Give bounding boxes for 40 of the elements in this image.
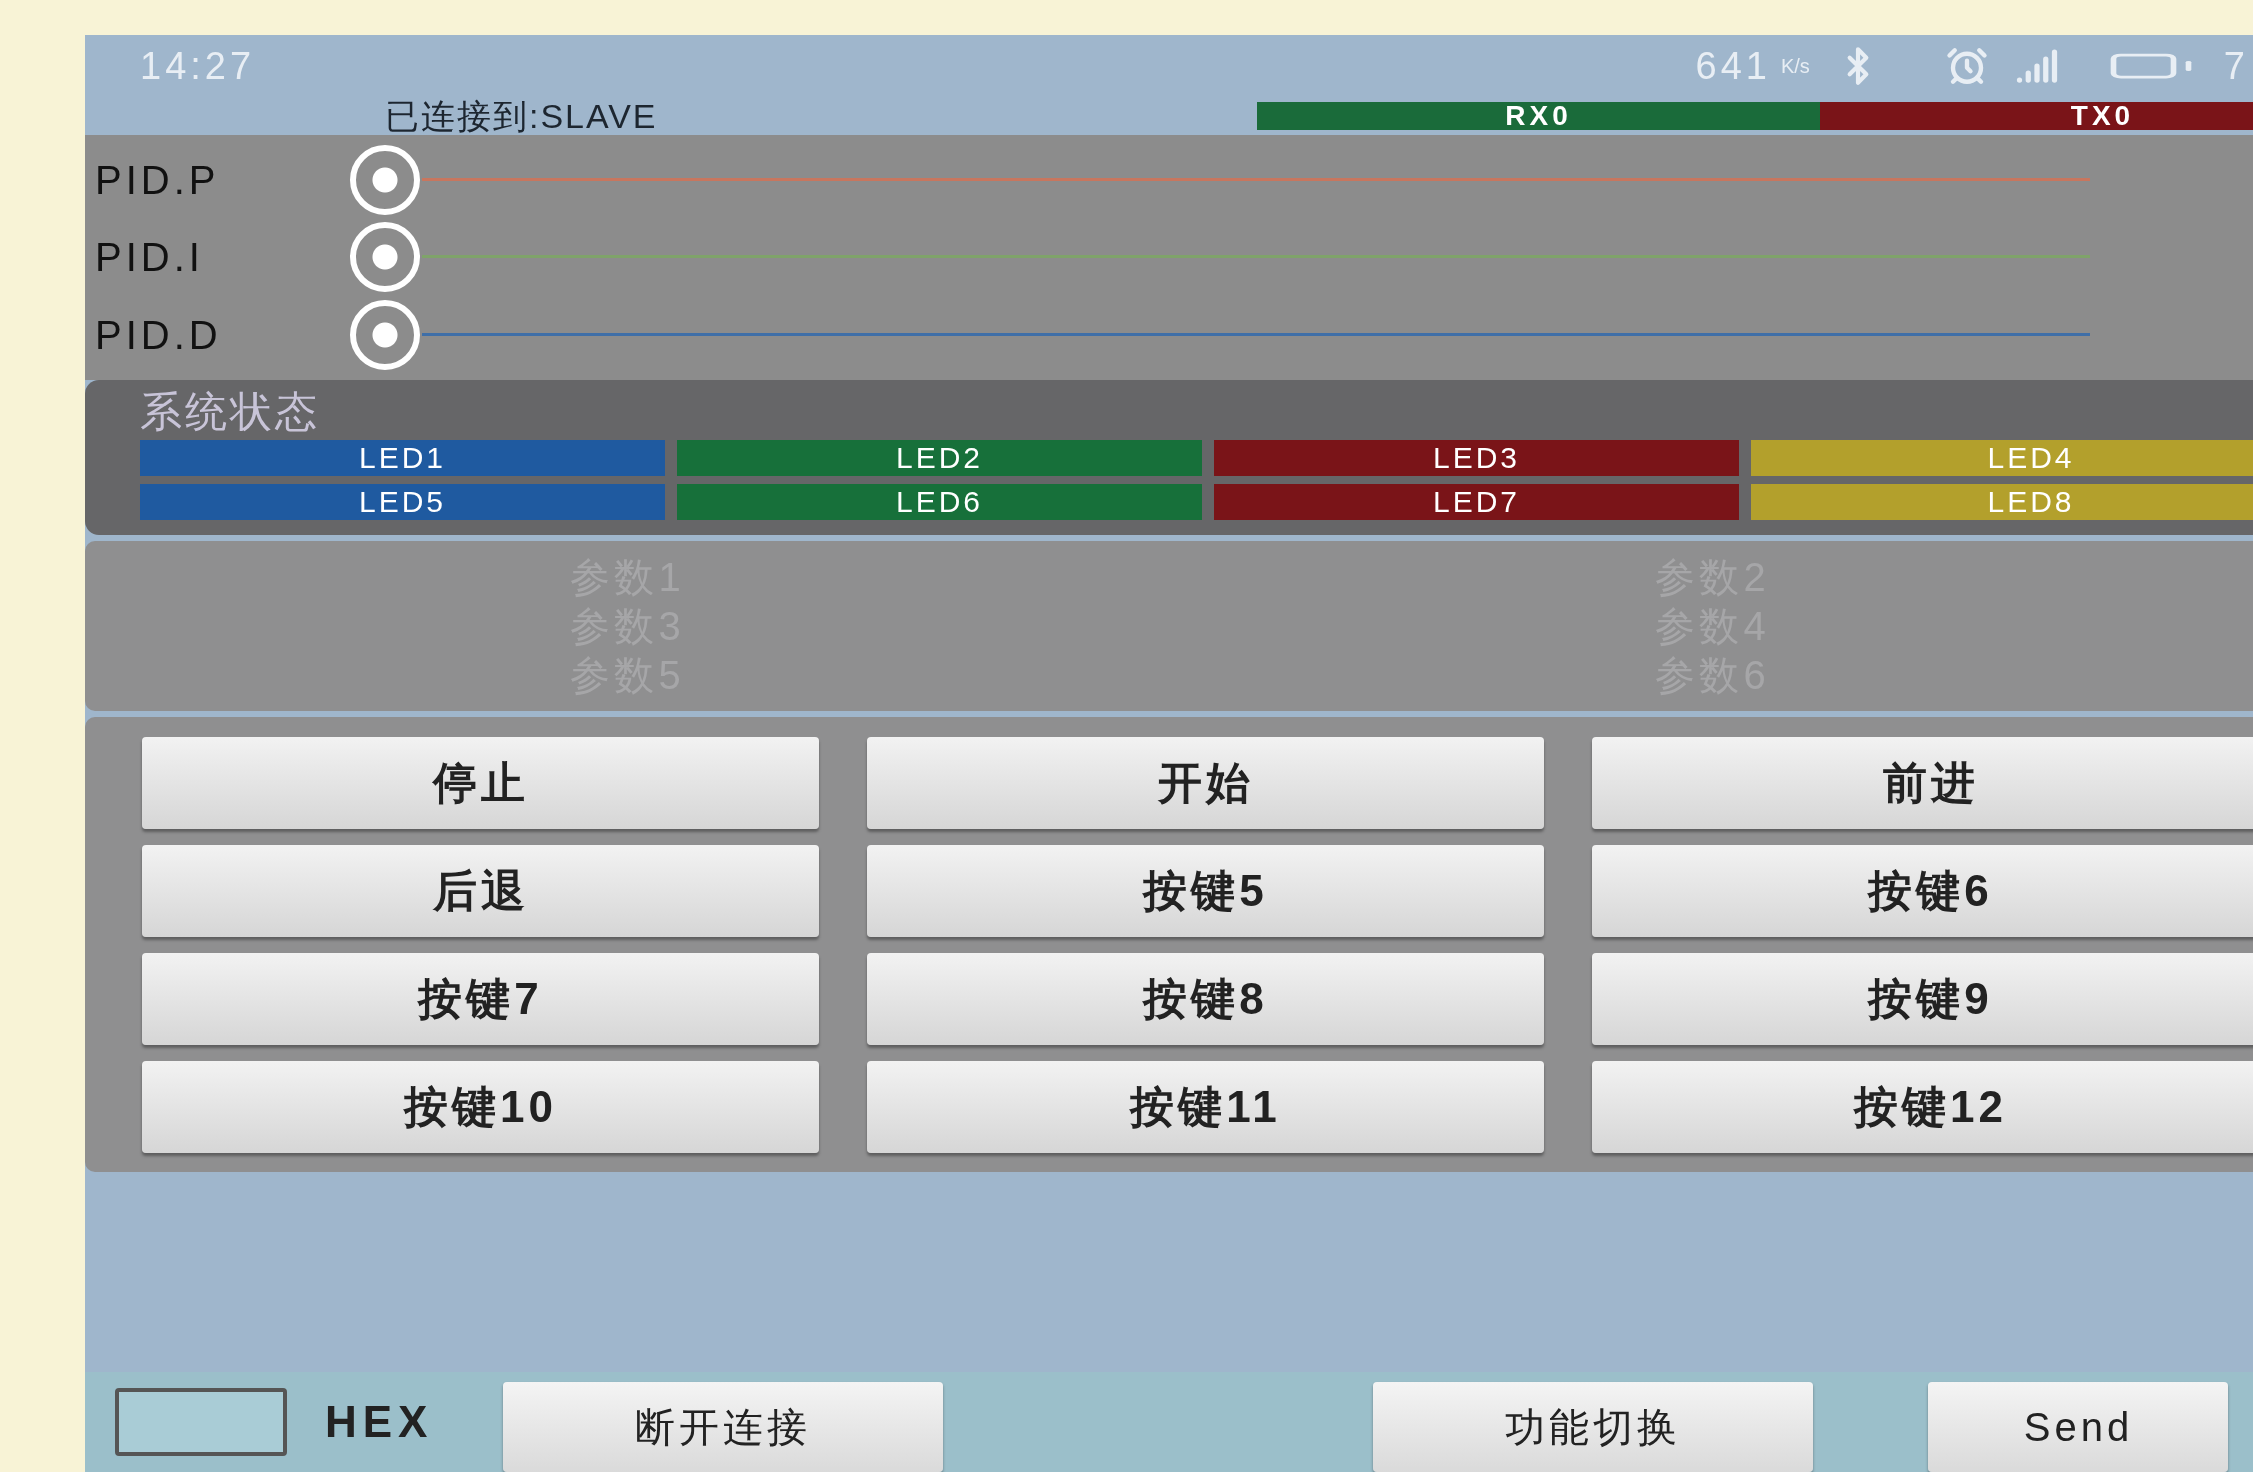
control-button[interactable]: 开始 (867, 737, 1544, 829)
slider-label: PID.D (94, 312, 223, 360)
tx-counter: TX0 (1820, 102, 2253, 130)
battery-level: 7 (2223, 43, 2245, 89)
control-button[interactable]: 按键5 (867, 845, 1544, 937)
pid-slider[interactable] (350, 144, 2090, 215)
led-indicator: LED5 (140, 484, 665, 520)
control-button[interactable]: 前进 (1592, 737, 2253, 829)
hex-checkbox[interactable] (115, 1388, 287, 1456)
pid-slider[interactable] (350, 222, 2090, 293)
control-button[interactable]: 按键9 (1592, 953, 2253, 1045)
action-button[interactable]: 功能切换 (1373, 1382, 1814, 1472)
led-indicator: LED4 (1751, 440, 2253, 476)
network-speed: 641 (1695, 43, 1771, 89)
control-button[interactable]: 按键8 (867, 953, 1544, 1045)
pid-slider[interactable] (350, 300, 2090, 371)
checkbox-label: HEX (325, 1396, 434, 1448)
control-button[interactable]: 按键10 (142, 1061, 819, 1153)
control-button[interactable]: 按键7 (142, 953, 819, 1045)
led-indicator: LED6 (677, 484, 1202, 520)
led-indicator: LED2 (677, 440, 1202, 476)
status-time: 14:27 (140, 43, 256, 89)
control-button[interactable]: 按键11 (867, 1061, 1544, 1153)
connection-status: 已连接到:SLAVE (385, 95, 658, 137)
alarm-icon (1945, 45, 1988, 87)
led-indicator: LED8 (1751, 484, 2253, 520)
control-button[interactable]: 停止 (142, 737, 819, 829)
action-button[interactable]: 断开连接 (503, 1382, 944, 1472)
panel-title: 系统状态 (140, 387, 321, 437)
led-indicator: LED3 (1214, 440, 1739, 476)
rx-counter: RX0 (1257, 102, 1820, 130)
speed-unit: K/s (1780, 54, 1810, 79)
control-button[interactable]: 后退 (142, 845, 819, 937)
control-button[interactable]: 按键12 (1592, 1061, 2253, 1153)
control-button[interactable]: 按键6 (1592, 845, 2253, 937)
action-button[interactable]: Send (1928, 1382, 2229, 1472)
led-indicator: LED7 (1214, 484, 1739, 520)
slider-label: PID.I (94, 234, 205, 282)
led-indicator: LED1 (140, 440, 665, 476)
slider-label: PID.P (94, 156, 221, 204)
